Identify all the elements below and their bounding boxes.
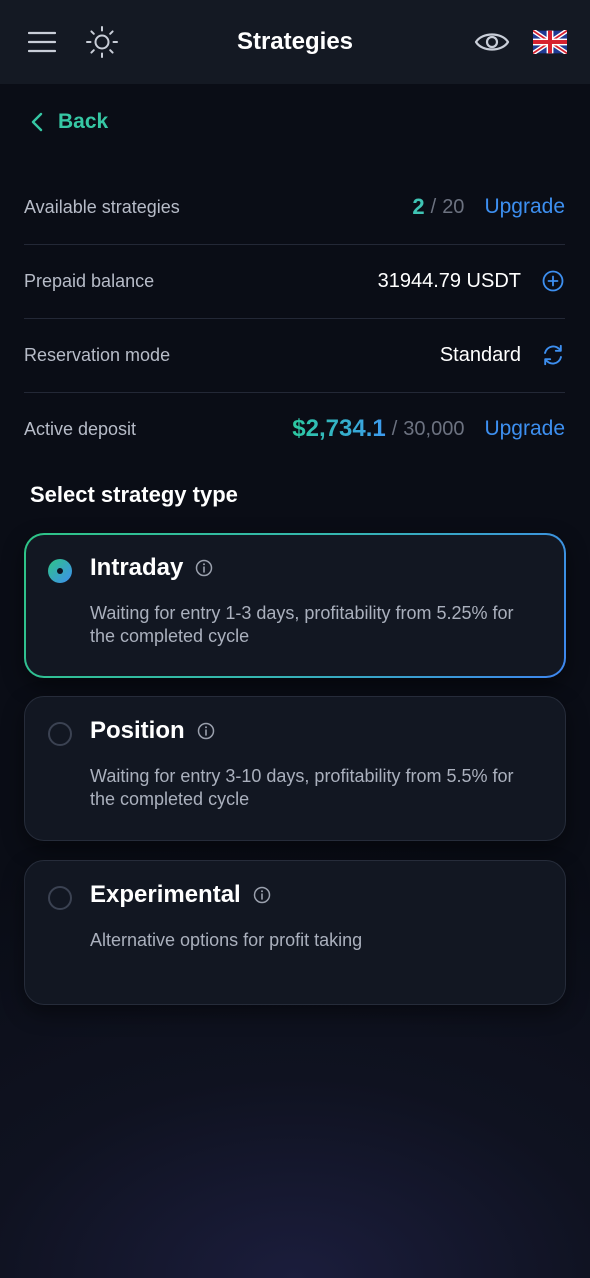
info-icon[interactable]	[197, 722, 215, 740]
prepaid-balance-value: 31944.79 USDT	[377, 269, 521, 292]
reservation-mode-row: Reservation mode Standard	[24, 318, 565, 393]
strategies-total-count: 20	[442, 195, 465, 218]
strategy-name: Experimental	[90, 881, 241, 908]
strategy-card-intraday[interactable]: Intraday Waiting for entry 1-3 days, pro…	[24, 533, 566, 678]
strategy-section-title: Select strategy type	[30, 482, 238, 507]
deposit-limit: 30,000	[403, 417, 465, 440]
uk-flag-icon[interactable]	[532, 29, 568, 55]
upgrade-deposit-link[interactable]: Upgrade	[484, 417, 565, 441]
available-strategies-row: Available strategies 2 / 20 Upgrade	[24, 170, 565, 245]
info-icon[interactable]	[195, 559, 213, 577]
strategy-card-position[interactable]: Position Waiting for entry 3-10 days, pr…	[24, 696, 566, 841]
reservation-mode-value: Standard	[439, 343, 521, 366]
strategy-name: Intraday	[90, 554, 184, 581]
eye-icon[interactable]	[472, 26, 512, 58]
info-icon[interactable]	[253, 886, 271, 904]
back-label: Back	[58, 110, 109, 133]
strategy-description: Waiting for entry 3-10 days, profitabili…	[90, 766, 514, 809]
radio-unselected-icon[interactable]	[48, 722, 72, 746]
active-deposit-row: Active deposit $2,734.1 / 30,000 Upgrade	[24, 392, 565, 466]
radio-unselected-icon[interactable]	[48, 886, 72, 910]
active-deposit-amount: $2,734.1	[292, 415, 386, 442]
strategy-card-experimental[interactable]: Experimental Alternative options for pro…	[24, 860, 566, 1005]
strategy-description: Waiting for entry 1-3 days, profitabilit…	[90, 603, 514, 646]
top-bar: Strategies	[0, 0, 590, 84]
strategy-name: Position	[90, 717, 185, 744]
prepaid-balance-row: Prepaid balance 31944.79 USDT	[24, 244, 565, 319]
upgrade-strategies-link[interactable]: Upgrade	[484, 195, 565, 219]
active-deposit-label: Active deposit	[24, 418, 137, 439]
chevron-left-icon	[31, 112, 43, 132]
strategies-used-count: 2	[412, 194, 425, 219]
refresh-icon[interactable]	[541, 343, 565, 367]
prepaid-balance-label: Prepaid balance	[24, 270, 155, 291]
strategy-description: Alternative options for profit taking	[90, 930, 363, 950]
reservation-mode-label: Reservation mode	[24, 344, 171, 365]
plus-circle-icon[interactable]	[541, 269, 565, 293]
deposit-separator: /	[391, 417, 398, 440]
radio-selected-icon[interactable]	[48, 559, 72, 583]
available-strategies-label: Available strategies	[24, 196, 180, 217]
back-button[interactable]: Back	[30, 110, 108, 134]
count-separator: /	[430, 195, 437, 218]
